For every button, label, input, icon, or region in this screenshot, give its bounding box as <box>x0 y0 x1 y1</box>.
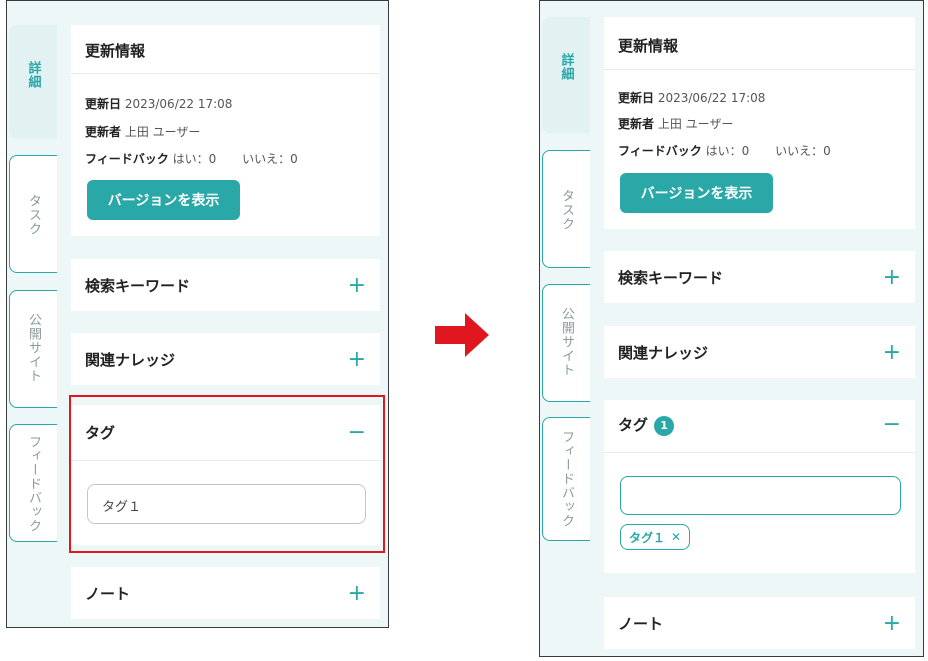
divider <box>71 73 380 74</box>
tab-public-site[interactable]: 公開サイト <box>9 290 57 408</box>
related-knowledge-section[interactable]: 関連ナレッジ + <box>604 326 915 378</box>
updated-by-row: 更新者 上田 ユーザー <box>618 117 734 131</box>
feedback-row: フィードバック はい：0 いいえ：0 <box>618 144 831 158</box>
related-knowledge-section[interactable]: 関連ナレッジ + <box>71 333 380 385</box>
panel-after: 詳細 タスク 公開サイト フィードバック 更新情報 更新日 2023/06/22… <box>539 0 924 657</box>
tab-feedback[interactable]: フィードバック <box>9 424 57 542</box>
notes-section[interactable]: ノート + <box>604 597 915 649</box>
expand-icon[interactable]: + <box>348 348 366 370</box>
highlight-box <box>69 395 385 553</box>
side-tab-strip: 詳細 タスク 公開サイト フィードバック <box>540 1 590 656</box>
feedback-row: フィードバック はい：0 いいえ：0 <box>85 152 298 166</box>
update-info-card: 更新情報 更新日 2023/06/22 17:08 更新者 上田 ユーザー フィ… <box>604 17 915 229</box>
update-info-card: 更新情報 更新日 2023/06/22 17:08 更新者 上田 ユーザー フィ… <box>71 25 380 236</box>
tag-input[interactable] <box>620 476 901 515</box>
search-keywords-title: 検索キーワード <box>85 277 191 295</box>
search-keywords-title: 検索キーワード <box>618 269 724 287</box>
expand-icon[interactable]: + <box>883 612 901 634</box>
tag-count-badge: 1 <box>654 415 675 436</box>
tab-public-site[interactable]: 公開サイト <box>542 284 590 402</box>
tab-tasks[interactable]: タスク <box>9 155 57 273</box>
notes-section[interactable]: ノート + <box>71 567 380 619</box>
search-keywords-section[interactable]: 検索キーワード + <box>71 259 380 311</box>
tag-chip: タグ１ ✕ <box>620 524 691 550</box>
update-info-title: 更新情報 <box>85 42 146 60</box>
update-info-header: 更新情報 <box>618 35 901 56</box>
remove-tag-icon[interactable]: ✕ <box>671 530 681 544</box>
related-knowledge-title: 関連ナレッジ <box>85 351 176 369</box>
notes-title: ノート <box>618 615 664 633</box>
expand-icon[interactable]: + <box>348 274 366 296</box>
updated-by-row: 更新者 上田 ユーザー <box>85 125 201 139</box>
expand-icon[interactable]: + <box>348 582 366 604</box>
tags-section: タグ 1 − タグ１ ✕ <box>604 400 915 573</box>
show-version-button[interactable]: バージョンを表示 <box>87 180 240 220</box>
panel-before: 詳細 タスク 公開サイト フィードバック 更新情報 更新日 2023/06/22… <box>6 0 389 628</box>
divider <box>604 452 915 453</box>
updated-date-row: 更新日 2023/06/22 17:08 <box>85 97 233 111</box>
show-version-button[interactable]: バージョンを表示 <box>620 173 773 213</box>
notes-title: ノート <box>85 585 131 603</box>
tag-chip-label: タグ１ <box>629 530 666 545</box>
expand-icon[interactable]: + <box>883 266 901 288</box>
tab-feedback[interactable]: フィードバック <box>542 417 590 541</box>
divider <box>604 69 915 70</box>
expand-icon[interactable]: + <box>883 341 901 363</box>
tab-details[interactable]: 詳細 <box>9 25 57 139</box>
collapse-icon[interactable]: − <box>883 413 901 435</box>
tags-title: タグ 1 <box>618 414 675 436</box>
right-arrow-icon <box>435 313 489 357</box>
side-tab-strip: 詳細 タスク 公開サイト フィードバック <box>7 1 57 627</box>
update-info-header: 更新情報 <box>85 40 366 61</box>
related-knowledge-title: 関連ナレッジ <box>618 344 709 362</box>
tab-tasks[interactable]: タスク <box>542 150 590 268</box>
update-info-title: 更新情報 <box>618 37 679 55</box>
search-keywords-section[interactable]: 検索キーワード + <box>604 251 915 303</box>
tab-details[interactable]: 詳細 <box>542 17 590 133</box>
updated-date-row: 更新日 2023/06/22 17:08 <box>618 91 766 105</box>
details-content: 更新情報 更新日 2023/06/22 17:08 更新者 上田 ユーザー フィ… <box>590 1 923 656</box>
